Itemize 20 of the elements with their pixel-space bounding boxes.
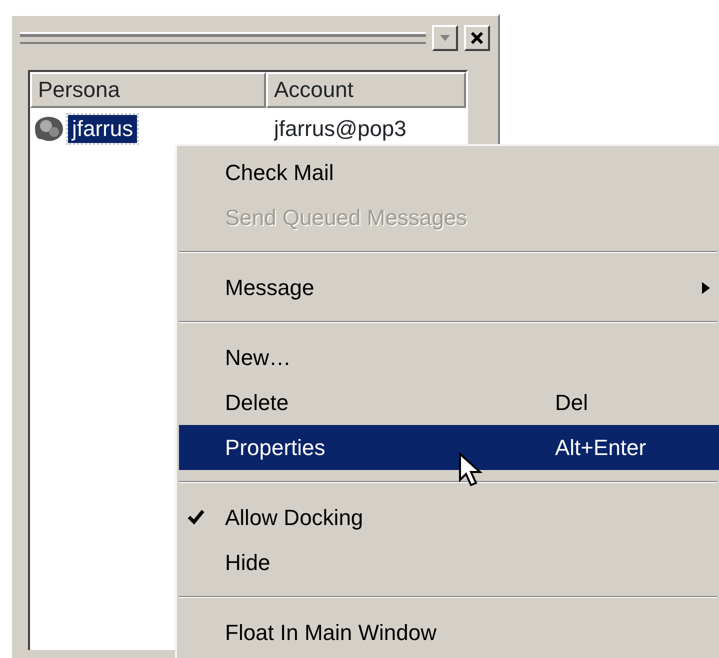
menu-item[interactable]: Check Mail <box>177 150 719 195</box>
mouse-cursor-icon <box>458 452 484 488</box>
persona-icon <box>32 114 66 144</box>
close-button[interactable] <box>464 25 490 51</box>
dropdown-button[interactable] <box>432 25 458 51</box>
column-header[interactable]: Account <box>266 72 466 108</box>
menu-item[interactable]: Message <box>177 265 719 310</box>
title-grip[interactable] <box>20 32 426 44</box>
menu-item[interactable]: Hide <box>177 540 719 585</box>
shortcut-label: Del <box>555 389 588 417</box>
caret-icon <box>439 34 451 42</box>
column-header[interactable]: Persona <box>30 72 266 108</box>
persona-name[interactable]: jfarrus <box>68 115 138 143</box>
menu-item[interactable]: Allow Docking <box>177 495 719 540</box>
close-icon <box>470 32 484 44</box>
menu-item[interactable]: New… <box>177 335 719 380</box>
menu-item[interactable]: Float In Main Window <box>177 610 719 655</box>
menu-item[interactable]: Delete Del <box>177 380 719 425</box>
shortcut-label: Alt+Enter <box>555 434 646 462</box>
menu-item[interactable]: Properties Alt+Enter <box>179 425 719 470</box>
